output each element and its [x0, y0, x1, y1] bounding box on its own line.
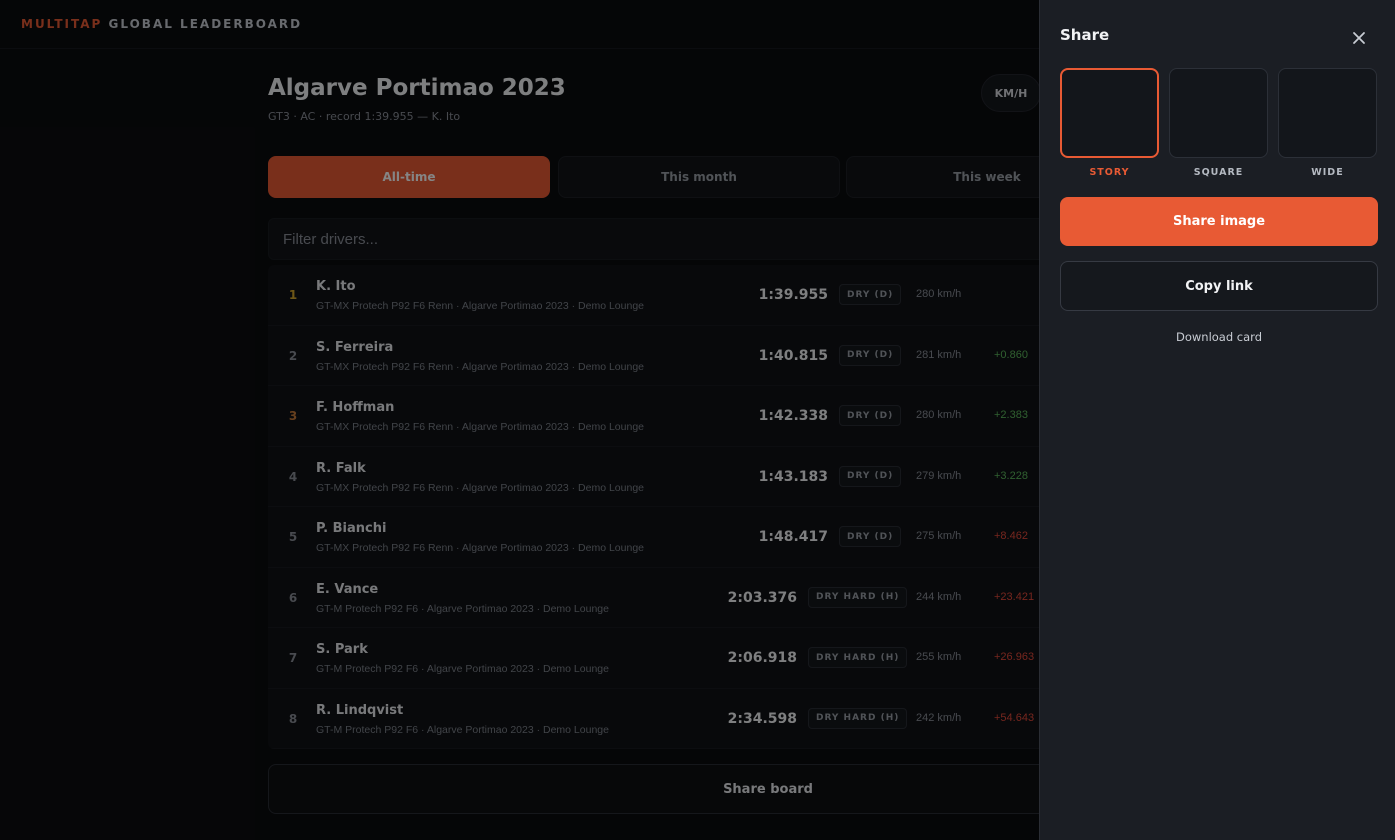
format-story-label: STORY — [1089, 167, 1130, 178]
share-image-button[interactable]: Share image — [1060, 197, 1378, 246]
drawer-title: Share — [1060, 26, 1110, 44]
format-wide-preview — [1278, 68, 1377, 158]
format-wide-label: WIDE — [1311, 167, 1344, 178]
share-drawer: Share STORY SQUARE WIDE Share image Copy… — [1039, 0, 1395, 840]
close-icon[interactable] — [1348, 27, 1370, 49]
close-icon-glyph — [1353, 32, 1365, 44]
format-story[interactable]: STORY — [1060, 68, 1159, 178]
copy-link-button[interactable]: Copy link — [1060, 261, 1378, 311]
format-wide[interactable]: WIDE — [1278, 68, 1377, 178]
format-story-preview — [1060, 68, 1159, 158]
download-card-link[interactable]: Download card — [1060, 330, 1378, 344]
format-square-label: SQUARE — [1193, 167, 1244, 178]
format-square-preview — [1169, 68, 1268, 158]
format-square[interactable]: SQUARE — [1169, 68, 1268, 178]
